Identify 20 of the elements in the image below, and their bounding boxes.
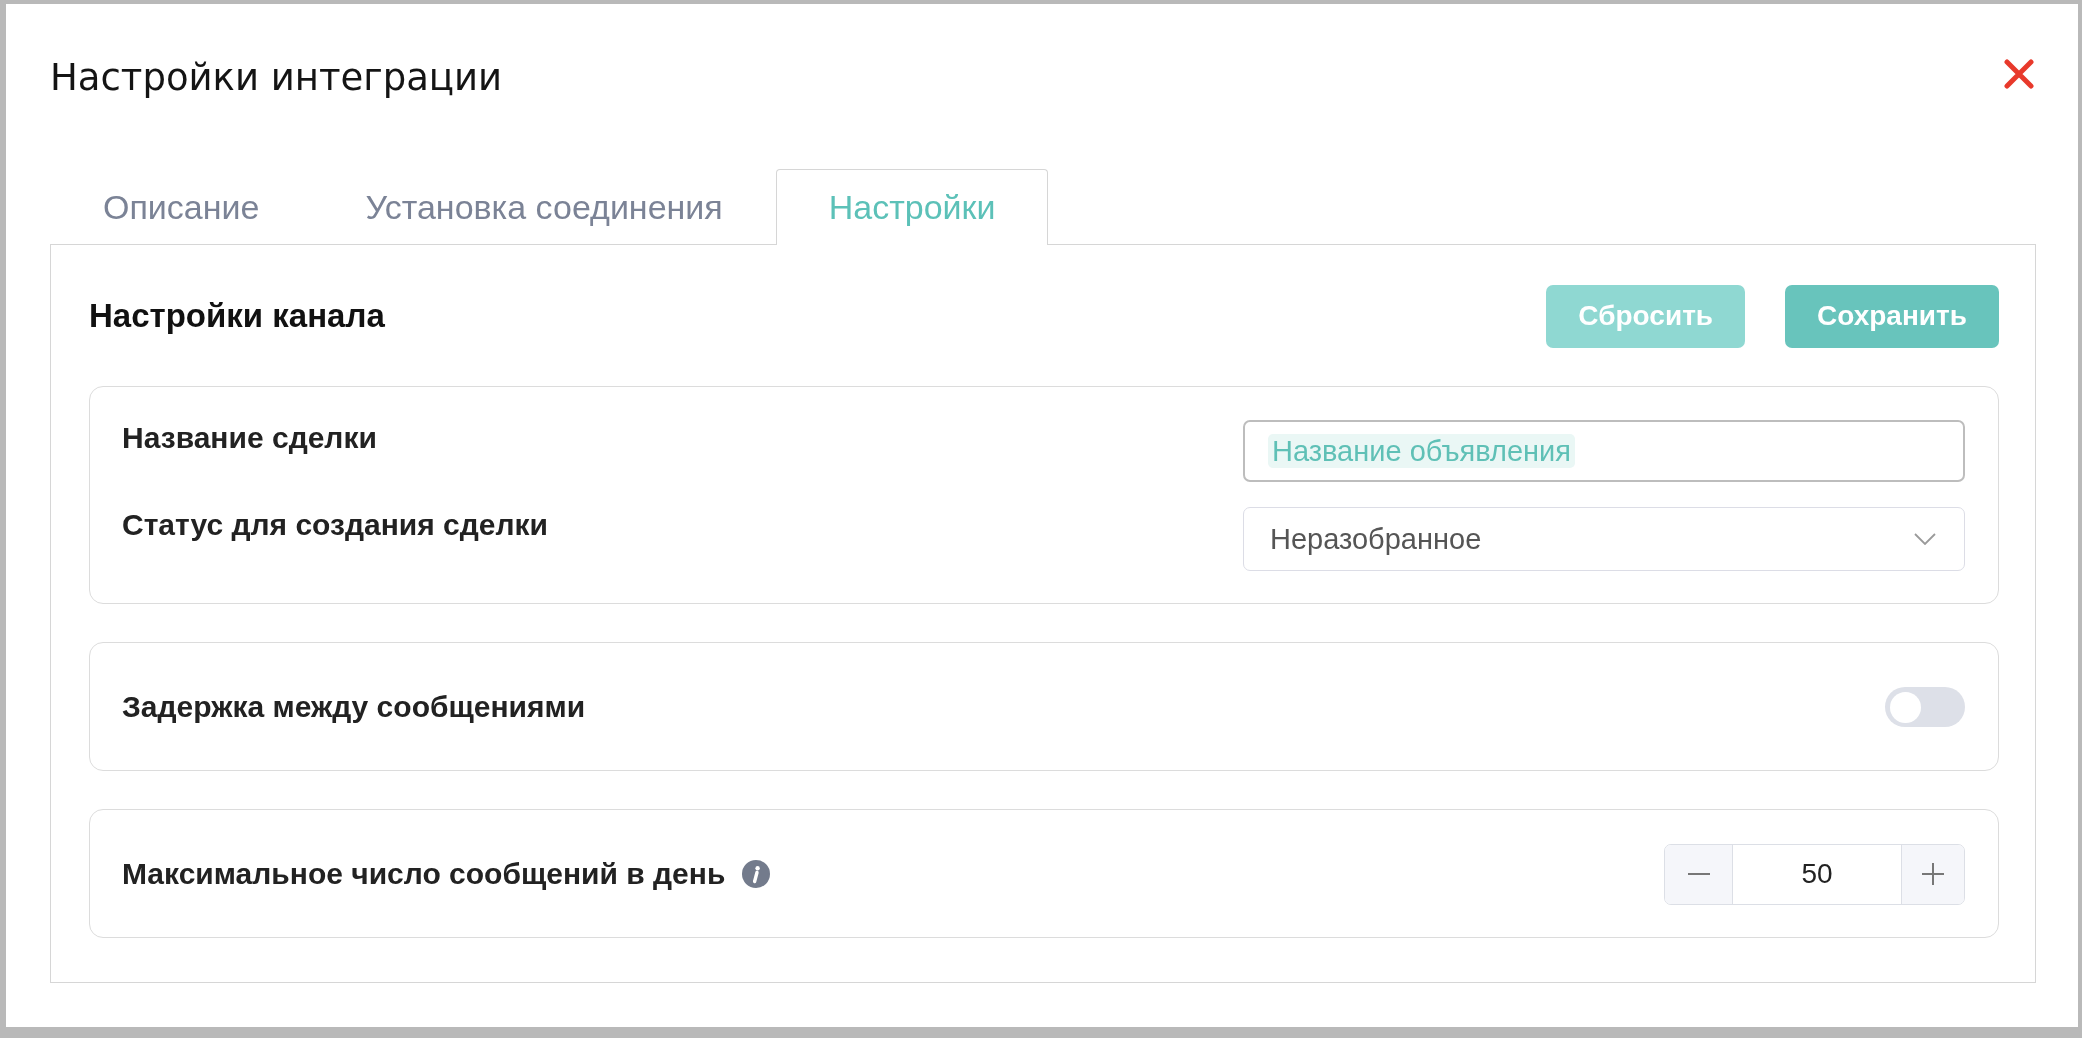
save-button[interactable]: Сохранить [1785, 284, 1999, 348]
close-icon[interactable] [2004, 59, 2034, 89]
field-label: Название сделки [122, 420, 377, 456]
info-icon[interactable] [742, 860, 771, 888]
field-label: Статус для создания сделки [122, 507, 548, 543]
tab[interactable]: Установка соединения [312, 169, 776, 244]
tab[interactable]: Описание [50, 169, 313, 244]
increment-button[interactable] [1902, 844, 1964, 904]
minus-icon [1687, 873, 1710, 875]
variable-tag[interactable]: Название объявления [1268, 434, 1575, 468]
text-input-field[interactable]: Название объявления [1243, 420, 1965, 482]
status-select[interactable]: Неразобранное [1243, 507, 1965, 571]
chevron-down-icon [1914, 533, 1936, 545]
tab[interactable]: Настройки [775, 169, 1049, 245]
dialog-title: Настройки интеграции [50, 55, 503, 101]
section-title: Настройки канала [89, 297, 385, 335]
toggle-switch[interactable] [1885, 687, 1965, 727]
field-label: Задержка между сообщениями [122, 689, 586, 725]
plus-icon [1922, 863, 1944, 885]
field-label: Максимальное число сообщений в день [122, 856, 726, 892]
